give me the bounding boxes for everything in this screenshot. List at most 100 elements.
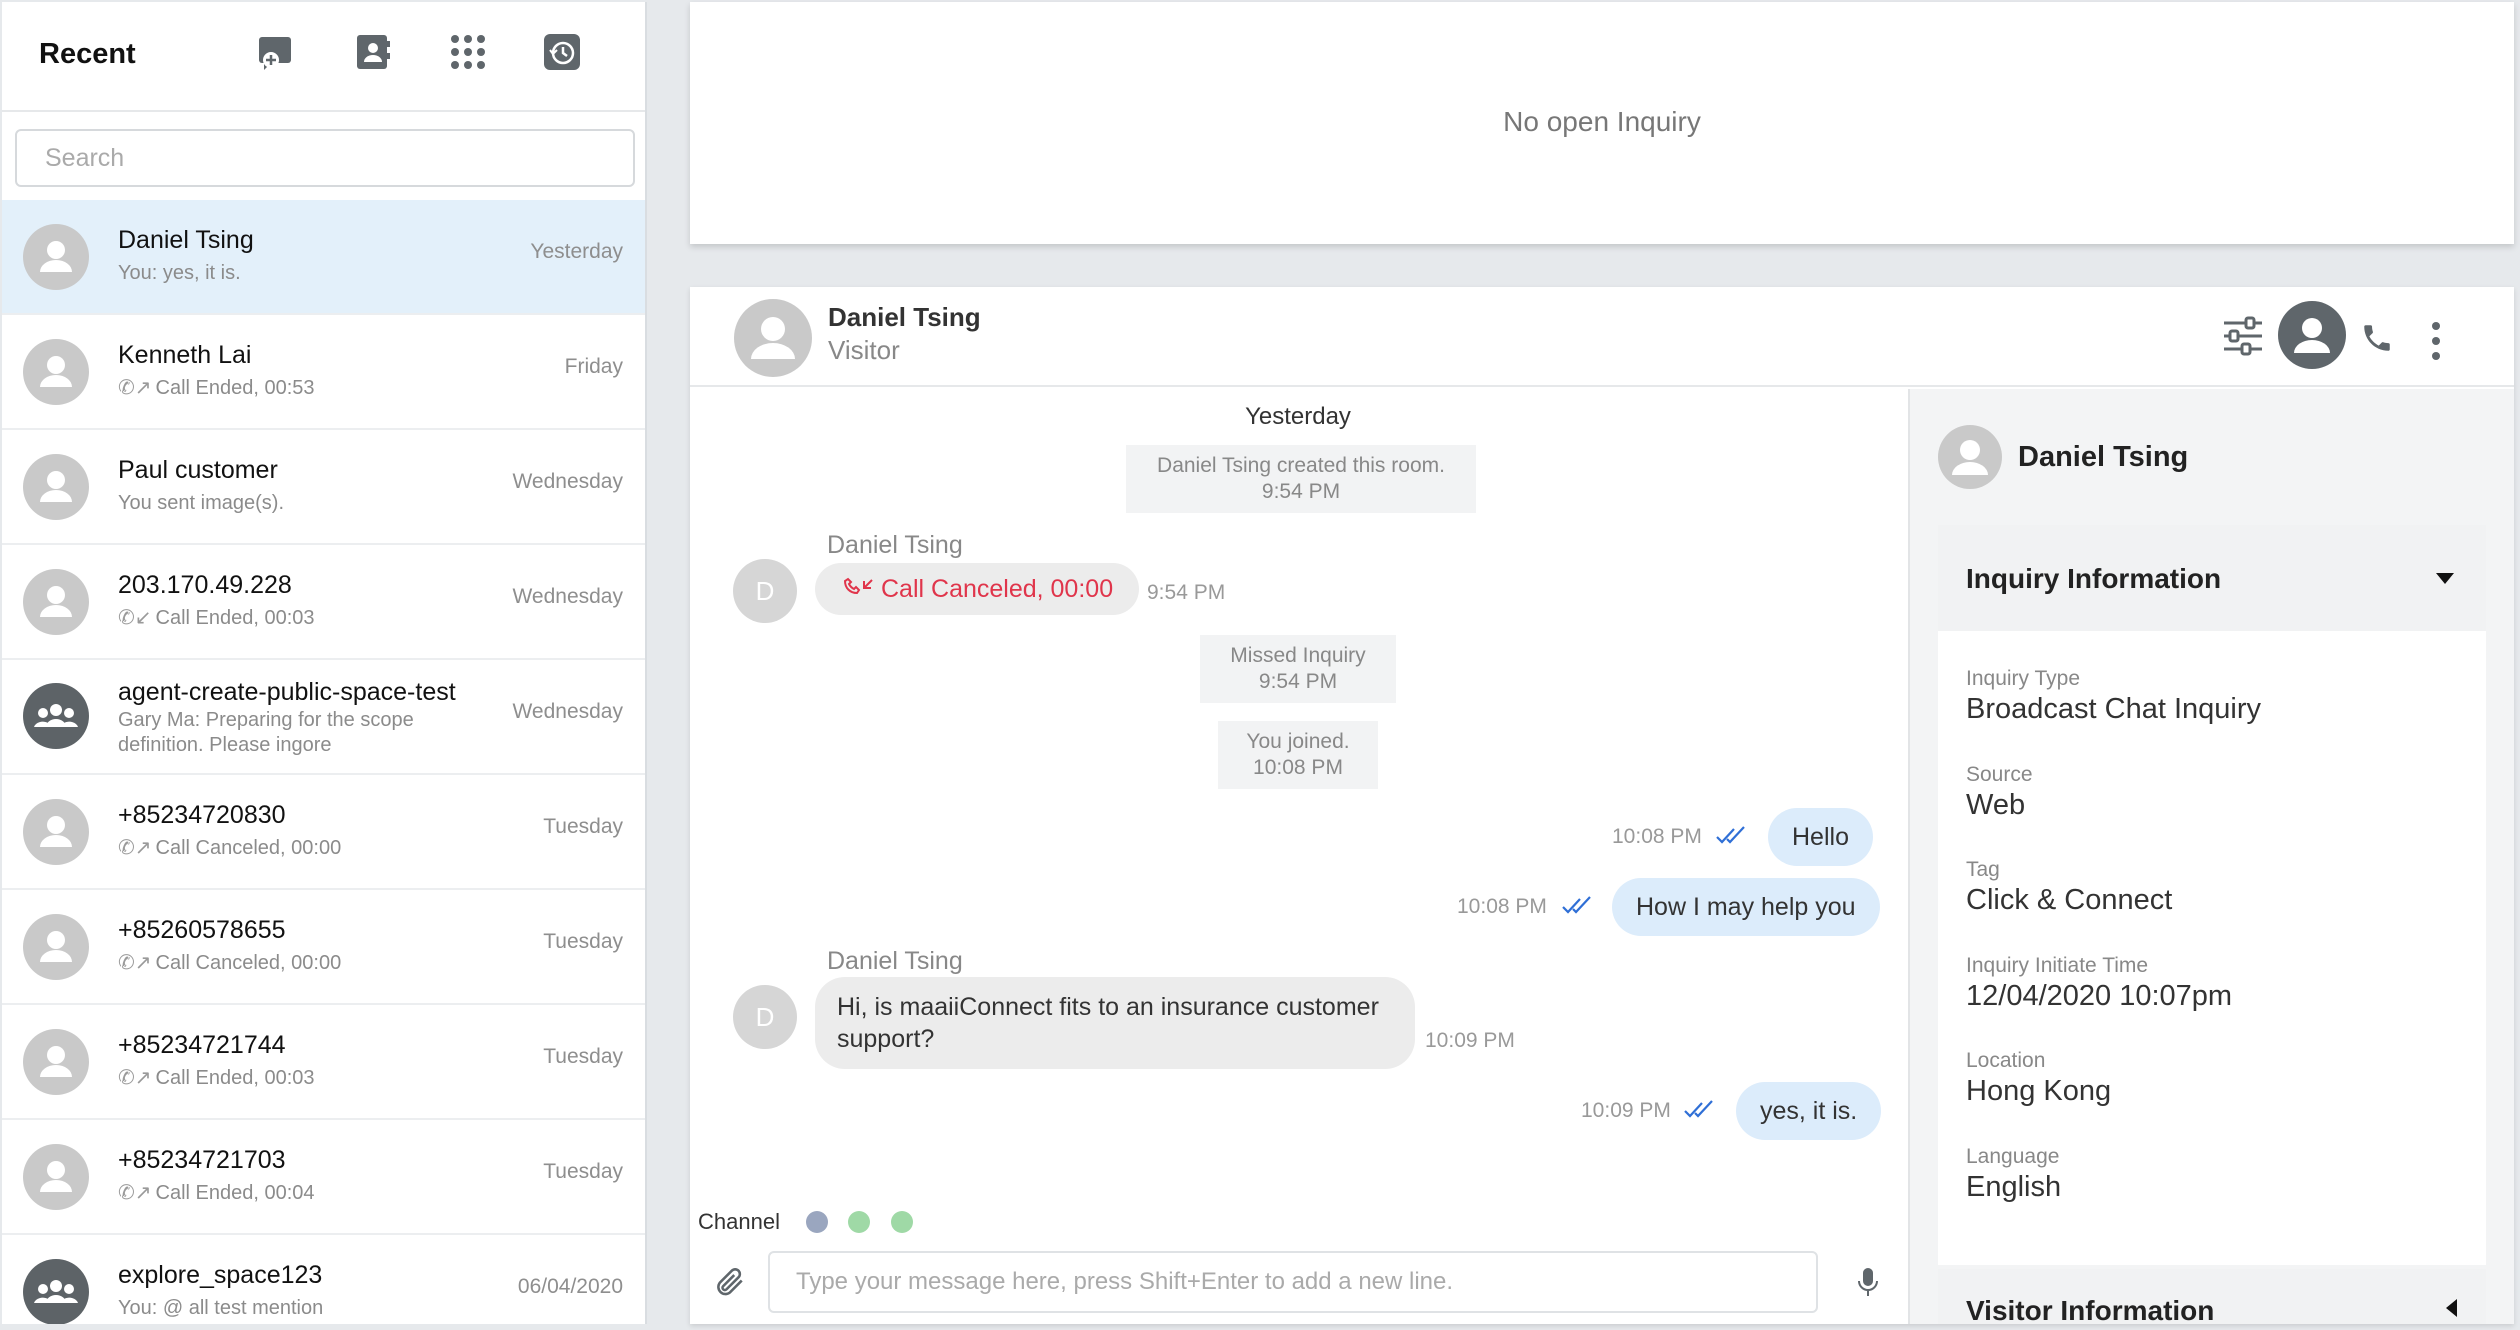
person-avatar: [23, 224, 89, 290]
search-box[interactable]: [15, 129, 635, 187]
conversation-item[interactable]: Kenneth Lai ✆↗ Call Ended, 00:53 Friday: [2, 315, 645, 430]
conversation-preview: You sent image(s).: [118, 492, 285, 514]
recent-title: Recent: [39, 38, 136, 70]
conversation-name: +85260578655: [118, 916, 286, 944]
chat-header: Daniel Tsing Visitor: [690, 287, 2514, 387]
field-label: Source: [1966, 762, 2033, 786]
conversation-item[interactable]: Paul customer You sent image(s). Wednesday: [2, 430, 645, 545]
conversation-preview: You: @ all test mention: [118, 1297, 324, 1319]
more-options-icon[interactable]: [2430, 321, 2442, 366]
field-label: Location: [1966, 1049, 2046, 1072]
field-value: Click & Connect: [1966, 884, 2173, 916]
field-label: Inquiry Type: [1966, 667, 2081, 690]
outgoing-call-icon: ✆↗: [118, 1067, 152, 1089]
message-time: 9:54 PM: [1147, 581, 1226, 604]
history-icon[interactable]: [542, 32, 582, 72]
microphone-icon[interactable]: [1856, 1266, 1880, 1305]
conversation-time: Tuesday: [543, 815, 623, 838]
visitor-information-title: Visitor Information: [1966, 1295, 2215, 1324]
conversation-time: Wednesday: [512, 585, 623, 608]
contact-name: Daniel Tsing: [828, 302, 981, 332]
person-avatar: [23, 1029, 89, 1095]
conversation-time: Wednesday: [512, 470, 623, 493]
profile-toggle-icon[interactable]: [2278, 301, 2346, 374]
conversation-preview: ✆↗ Call Canceled, 00:00: [118, 952, 342, 974]
conversation-item[interactable]: agent-create-public-space-test Gary Ma: P…: [2, 660, 645, 775]
conversation-name: agent-create-public-space-test: [118, 678, 456, 706]
expand-caret-icon[interactable]: [2446, 1299, 2457, 1317]
group-avatar: [23, 1259, 89, 1324]
conversation-item[interactable]: +85234720830 ✆↗ Call Canceled, 00:00 Tuesda…: [2, 775, 645, 890]
new-chat-icon[interactable]: [256, 32, 296, 72]
contacts-icon[interactable]: [353, 32, 393, 72]
attach-icon[interactable]: [712, 1263, 746, 1306]
visitor-information-header[interactable]: Visitor Information: [1938, 1269, 2486, 1324]
conversation-time: Tuesday: [543, 930, 623, 953]
conversation-item[interactable]: Daniel Tsing You: yes, it is. Yesterday: [2, 200, 645, 315]
conversation-time: Tuesday: [543, 1160, 623, 1183]
person-avatar: [23, 914, 89, 980]
field-label: Language: [1966, 1144, 2060, 1168]
message-composer[interactable]: [768, 1251, 1818, 1313]
conversation-preview: ✆↗ Call Ended, 00:03: [118, 1067, 315, 1089]
field-value: Broadcast Chat Inquiry: [1966, 693, 2261, 725]
outgoing-call-icon: ✆↗: [118, 837, 152, 859]
conversation-list: Daniel Tsing You: yes, it is. Yesterday Ken…: [2, 200, 645, 1324]
conversation-name: +85234721744: [118, 1031, 286, 1059]
inquiry-information-title: Inquiry Information: [1966, 563, 2222, 594]
conversation-preview: You: yes, it is.: [118, 262, 241, 284]
outgoing-message: yes, it is.: [1736, 1082, 1882, 1140]
channel-label: Channel: [698, 1209, 780, 1234]
conversation-item[interactable]: 203.170.49.228 ✆↙ Call Ended, 00:03 Wednesd…: [2, 545, 645, 660]
search-input[interactable]: [17, 131, 633, 185]
conversation-sidebar: Recent Search Daniel Tsing You: yes, it …: [2, 2, 647, 1324]
read-ticks-icon: [1683, 1099, 1715, 1126]
field-value: English: [1966, 1170, 2062, 1203]
person-avatar: [23, 454, 89, 520]
chat-panel: Daniel Tsing Visitor Yesterday Daniel Ts…: [690, 287, 2514, 1324]
conversation-name: Daniel Tsing: [118, 226, 254, 254]
conversation-time: Yesterday: [530, 240, 623, 263]
conversation-time: 06/04/2020: [517, 1275, 623, 1298]
contact-avatar: [734, 299, 812, 377]
contact-role: Visitor: [828, 335, 900, 365]
person-avatar: [23, 569, 89, 635]
inquiry-information-header[interactable]: Inquiry Information: [1938, 525, 2486, 631]
conversation-name: +85234721703: [118, 1146, 286, 1174]
person-avatar: [23, 1144, 89, 1210]
wechat-icon[interactable]: [848, 1211, 870, 1233]
incoming-message: Hi, is maaiiConnect fits to an insurance…: [815, 977, 1415, 1069]
conversation-item[interactable]: explore_space123 You: @ all test mention 0…: [2, 1235, 645, 1324]
conversation-name: Kenneth Lai: [118, 341, 252, 369]
conversation-item[interactable]: +85260578655 ✆↗ Call Canceled, 00:00 Tuesda…: [2, 890, 645, 1005]
sender-avatar: D: [733, 985, 797, 1049]
conversation-name: 203.170.49.228: [118, 571, 292, 599]
conversation-name: +85234720830: [118, 801, 286, 829]
phone-call-icon[interactable]: [2360, 321, 2394, 360]
filter-settings-icon[interactable]: [2222, 315, 2264, 362]
date-separator: Yesterday: [1245, 403, 1351, 430]
sender-name: Daniel Tsing: [827, 947, 963, 975]
conversation-name: Paul customer: [118, 456, 278, 484]
field-value: Web: [1966, 788, 2026, 821]
person-avatar: [23, 799, 89, 865]
collapse-caret-icon[interactable]: [2436, 573, 2454, 584]
message-time: 10:09 PM: [1425, 1029, 1515, 1052]
message-input[interactable]: [770, 1253, 1816, 1311]
conversation-preview: Gary Ma: Preparing for the scope definit…: [118, 709, 414, 756]
conversation-preview: ✆↙ Call Ended, 00:03: [118, 607, 315, 629]
message-time: 10:09 PM: [1581, 1099, 1671, 1122]
whatsapp-icon[interactable]: [891, 1211, 913, 1233]
conversation-item[interactable]: +85234721744 ✆↗ Call Ended, 00:03 Tuesday: [2, 1005, 645, 1120]
conversation-time: Tuesday: [543, 1045, 623, 1068]
conversation-item[interactable]: +85234721703 ✆↗ Call Ended, 00:04 Tuesday: [2, 1120, 645, 1235]
facebook-icon[interactable]: [806, 1211, 828, 1233]
message-time: 10:08 PM: [1612, 825, 1702, 848]
outgoing-message: Hello: [1768, 808, 1873, 866]
message-time: 10:08 PM: [1457, 895, 1547, 918]
dialpad-icon[interactable]: [448, 32, 488, 72]
field-value: Hong Kong: [1966, 1075, 2112, 1107]
message-list: Yesterday Daniel Tsing created this room…: [690, 389, 1906, 1324]
conversation-name: explore_space123: [118, 1261, 323, 1289]
conversation-preview: ✆↗ Call Ended, 00:53: [118, 377, 315, 399]
